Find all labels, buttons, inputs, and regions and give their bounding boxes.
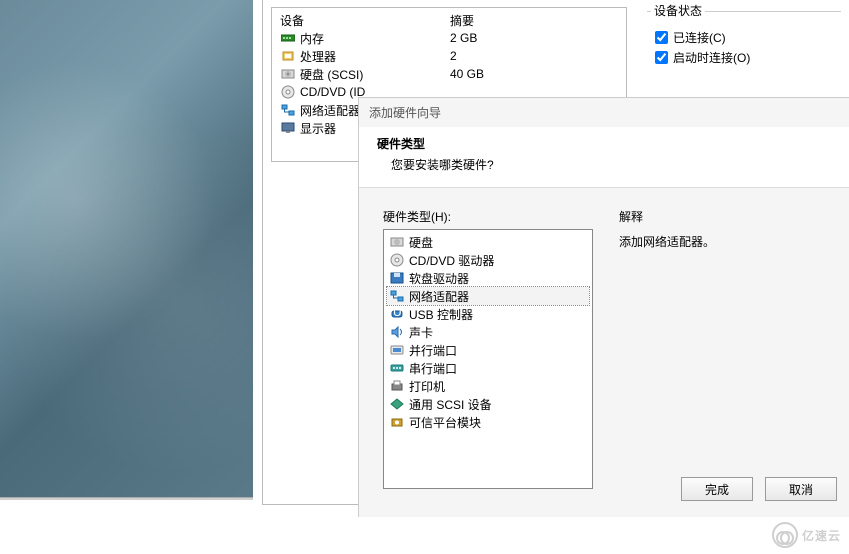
wizard-heading: 硬件类型: [377, 135, 831, 152]
scsi-icon: [389, 397, 405, 411]
device-header-device: 设备: [280, 12, 450, 29]
watermark: 亿速云: [772, 522, 841, 548]
device-row-cpu[interactable]: 处理器 2: [280, 47, 618, 65]
watermark-logo-icon: [772, 522, 798, 548]
floppy-icon: [389, 271, 405, 285]
device-name: 硬盘 (SCSI): [300, 66, 450, 83]
hw-item-label: 可信平台模块: [409, 414, 481, 431]
hw-item-label: 网络适配器: [409, 288, 469, 305]
device-row-disk[interactable]: 硬盘 (SCSI) 40 GB: [280, 65, 618, 83]
wizard-footer: 完成 取消: [359, 473, 849, 509]
hw-item-label: USB 控制器: [409, 306, 473, 323]
tpm-icon: [389, 415, 405, 429]
finish-button[interactable]: 完成: [681, 477, 753, 501]
hw-item-scsi[interactable]: 通用 SCSI 设备: [387, 395, 589, 413]
desktop-background: [0, 0, 253, 500]
hw-item-printer[interactable]: 打印机: [387, 377, 589, 395]
explain-text: 添加网络适配器。: [619, 233, 715, 250]
watermark-text: 亿速云: [802, 527, 841, 544]
hw-item-label: 硬盘: [409, 234, 433, 251]
checkbox-connected[interactable]: 已连接(C): [655, 29, 837, 46]
hw-item-label: 通用 SCSI 设备: [409, 396, 492, 413]
device-row-memory[interactable]: 内存 2 GB: [280, 29, 618, 47]
device-header-summary: 摘要: [450, 12, 600, 29]
hw-item-usb[interactable]: USB USB 控制器: [387, 305, 589, 323]
memory-icon: [280, 31, 296, 45]
wizard-title: 添加硬件向导: [359, 98, 849, 127]
parallel-icon: [389, 343, 405, 357]
hw-item-parallel[interactable]: 并行端口: [387, 341, 589, 359]
hw-item-network[interactable]: 网络适配器: [387, 287, 589, 305]
hw-item-label: 软盘驱动器: [409, 270, 469, 287]
cancel-button[interactable]: 取消: [765, 477, 837, 501]
hw-item-tpm[interactable]: 可信平台模块: [387, 413, 589, 431]
checkbox-connected-input[interactable]: [655, 31, 668, 44]
hw-item-label: 串行端口: [409, 360, 457, 377]
hw-item-serial[interactable]: 串行端口: [387, 359, 589, 377]
disk-icon: [389, 235, 405, 249]
hw-item-label: 声卡: [409, 324, 433, 341]
device-value: 40 GB: [450, 67, 590, 81]
checkbox-poweron-input[interactable]: [655, 51, 668, 64]
checkbox-poweron-label: 启动时连接(O): [673, 49, 750, 66]
svg-text:USB: USB: [393, 308, 404, 319]
optical-icon: [389, 253, 405, 267]
hardware-type-list[interactable]: 硬盘 CD/DVD 驱动器 软盘驱动器 网络适配器 USB USB 控制器: [383, 229, 593, 489]
hw-item-label: CD/DVD 驱动器: [409, 252, 494, 269]
device-value: 2: [450, 49, 590, 63]
hw-item-label: 打印机: [409, 378, 445, 395]
status-legend: 设备状态: [651, 2, 705, 19]
hw-item-optical[interactable]: CD/DVD 驱动器: [387, 251, 589, 269]
checkbox-connected-label: 已连接(C): [673, 29, 726, 46]
cpu-icon: [280, 49, 296, 63]
hw-item-disk[interactable]: 硬盘: [387, 233, 589, 251]
add-hardware-wizard: 添加硬件向导 硬件类型 您要安装哪类硬件? 硬件类型(H): 硬盘 CD/DVD…: [358, 97, 849, 517]
device-value: 2 GB: [450, 31, 590, 45]
checkbox-poweron[interactable]: 启动时连接(O): [655, 49, 837, 66]
optical-icon: [280, 85, 296, 99]
hw-item-sound[interactable]: 声卡: [387, 323, 589, 341]
device-status-group: 设备状态 已连接(C) 启动时连接(O): [639, 3, 849, 88]
explain-label: 解释: [619, 208, 715, 225]
disk-icon: [280, 67, 296, 81]
wizard-header: 硬件类型 您要安装哪类硬件?: [359, 127, 849, 188]
wizard-subheading: 您要安装哪类硬件?: [391, 156, 831, 173]
usb-icon: USB: [389, 307, 405, 321]
device-name: 内存: [300, 30, 450, 47]
hw-item-floppy[interactable]: 软盘驱动器: [387, 269, 589, 287]
sound-icon: [389, 325, 405, 339]
network-icon: [280, 103, 296, 117]
printer-icon: [389, 379, 405, 393]
display-icon: [280, 121, 296, 135]
hw-item-label: 并行端口: [409, 342, 457, 359]
device-name: 处理器: [300, 48, 450, 65]
serial-icon: [389, 361, 405, 375]
hardware-list-label: 硬件类型(H):: [383, 208, 593, 225]
network-icon: [389, 289, 405, 303]
